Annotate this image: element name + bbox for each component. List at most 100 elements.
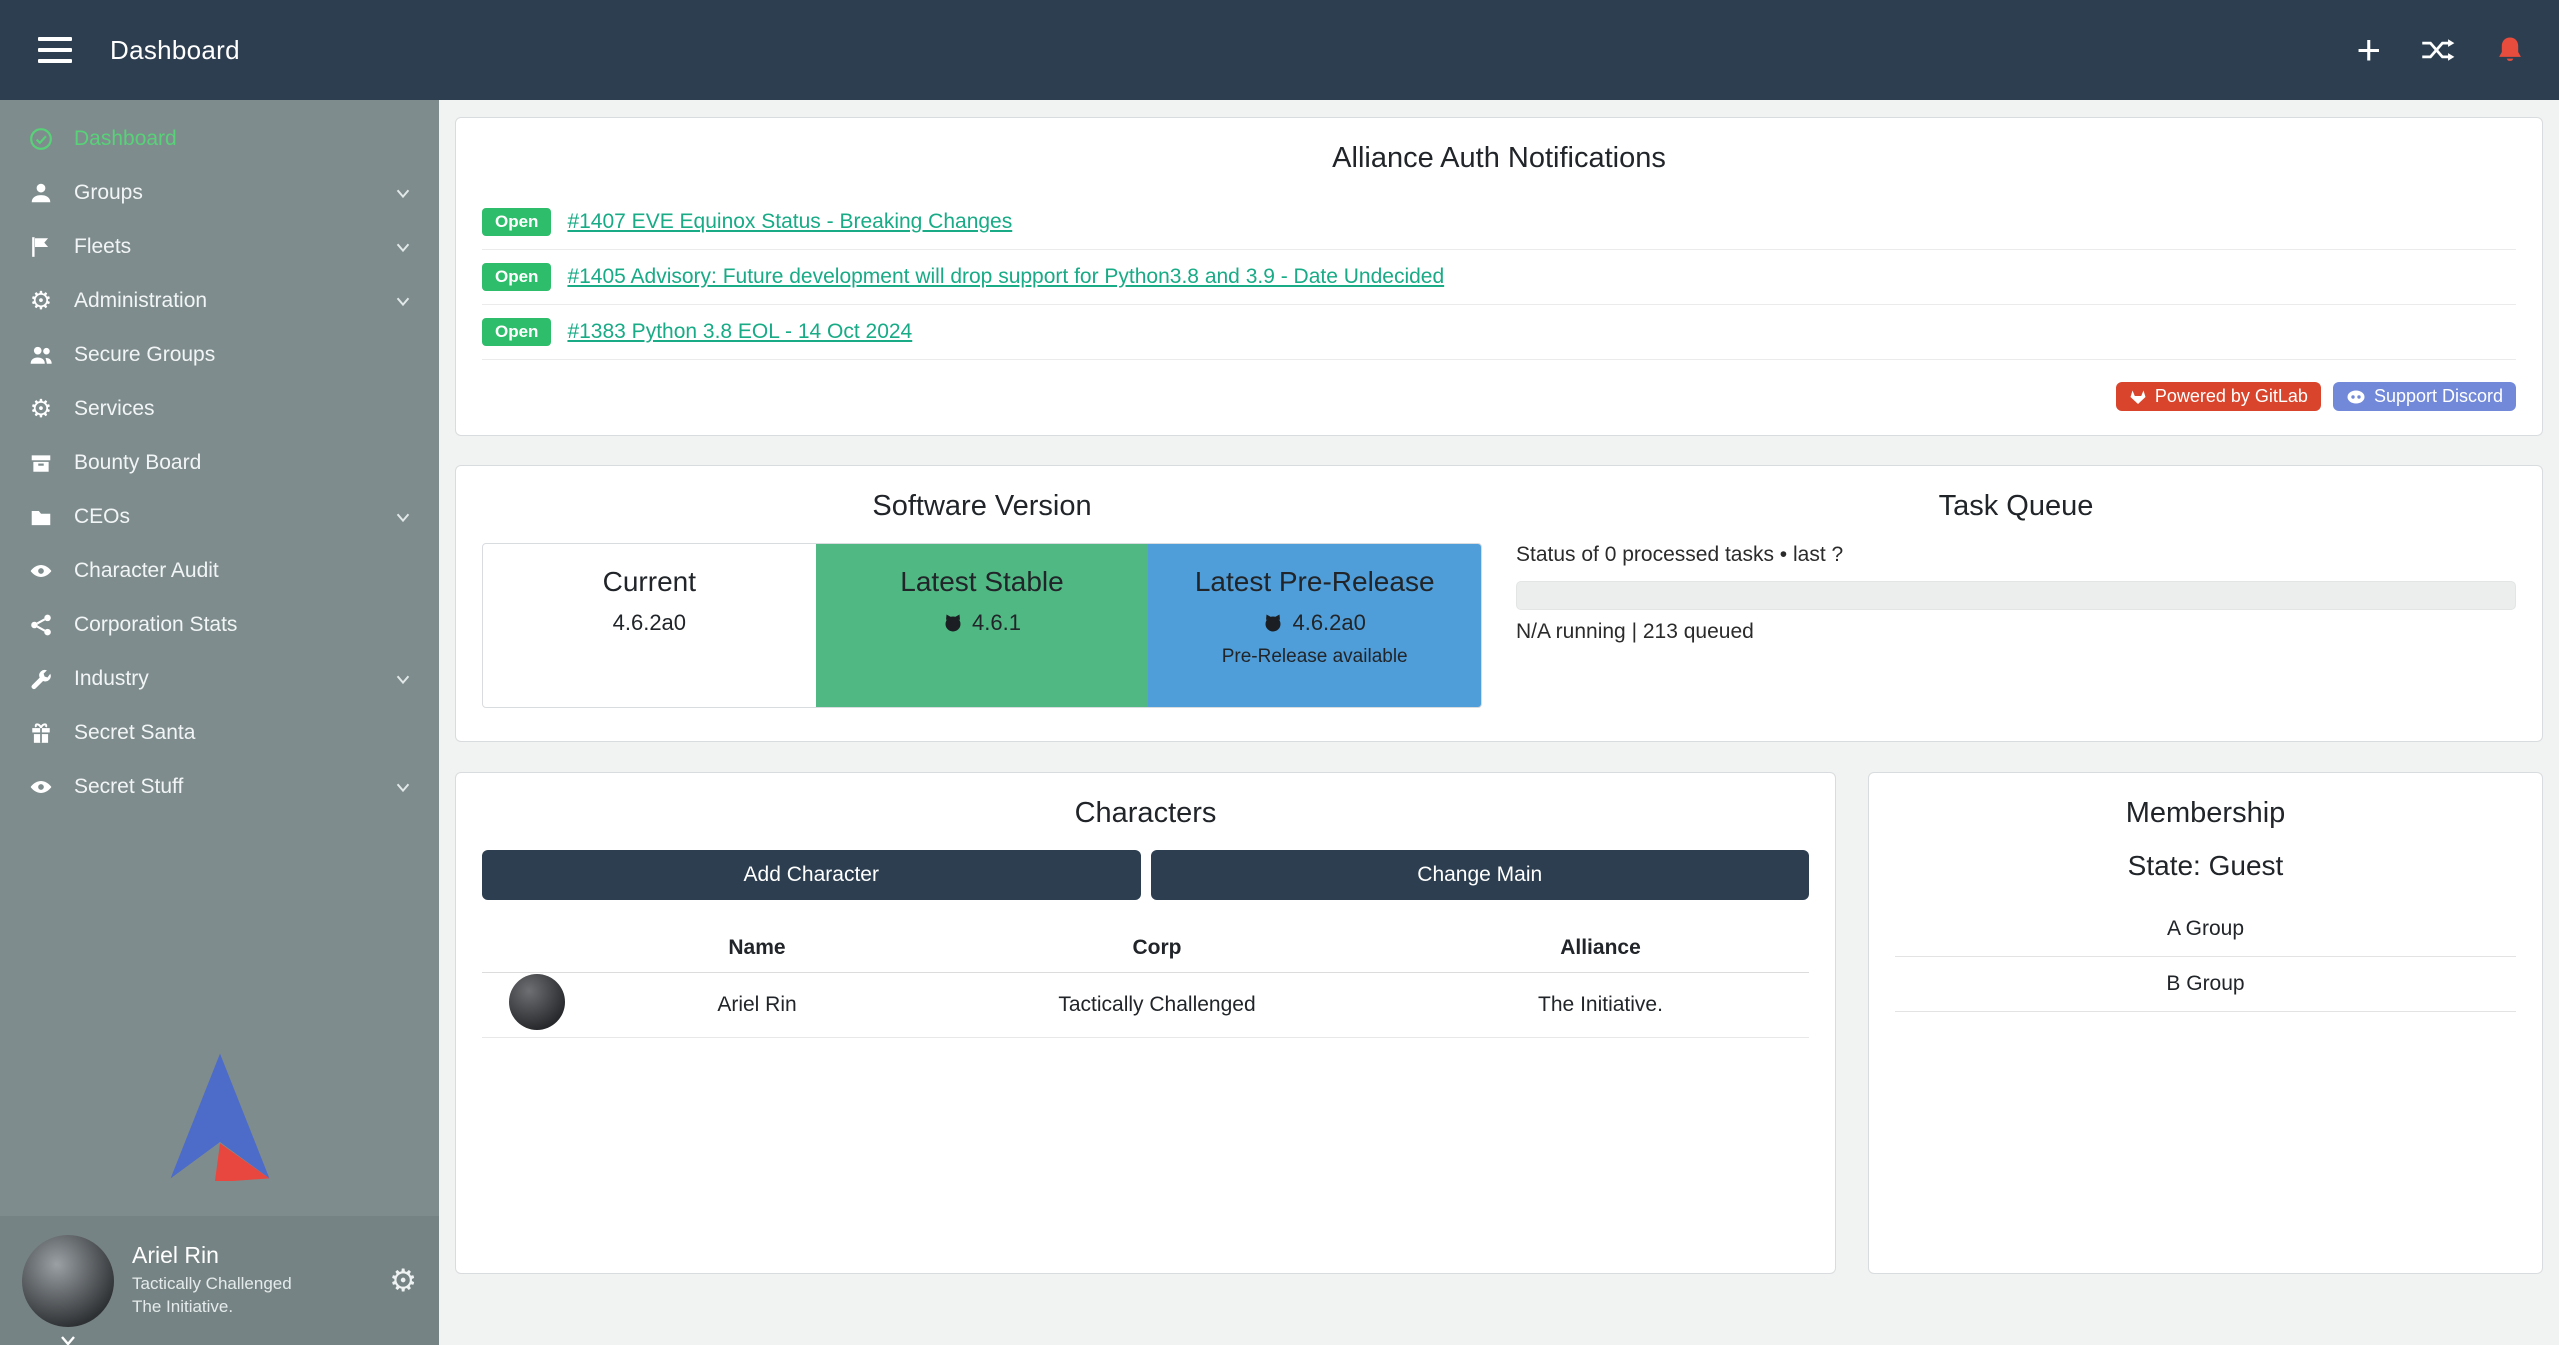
- sidebar-item-industry[interactable]: Industry: [0, 652, 439, 706]
- flag-icon: [26, 235, 56, 259]
- top-navbar: Dashboard +: [0, 0, 2559, 100]
- group-row: A Group: [1895, 902, 2516, 957]
- character-row[interactable]: Ariel Rin Tactically Challenged The Init…: [482, 973, 1809, 1038]
- sidebar-item-bounty-board[interactable]: Bounty Board: [0, 436, 439, 490]
- task-queue-status: Status of 0 processed tasks • last ?: [1516, 543, 2516, 567]
- sidebar-item-label: Groups: [74, 181, 143, 205]
- box-icon: [26, 451, 56, 475]
- characters-table: Name Corp Alliance Ariel Rin Tactically …: [482, 926, 1809, 1038]
- powered-by-gitlab-badge[interactable]: Powered by GitLab: [2116, 382, 2321, 411]
- sidebar-item-label: Secret Santa: [74, 721, 195, 745]
- check-circle-icon: [26, 127, 56, 151]
- sidebar-item-label: Services: [74, 397, 155, 421]
- prerelease-note: Pre-Release available: [1148, 646, 1481, 668]
- notifications-bell-icon[interactable]: [2495, 35, 2525, 65]
- table-header-portrait: [482, 926, 592, 973]
- add-icon[interactable]: +: [2356, 33, 2381, 67]
- change-main-button[interactable]: Change Main: [1151, 850, 1810, 900]
- user-corp: Tactically Challenged: [132, 1273, 292, 1296]
- version-table: Current 4.6.2a0 Latest Stable 4.6.1 Late…: [482, 543, 1482, 708]
- software-version-title: Software Version: [482, 490, 1482, 523]
- add-character-button[interactable]: Add Character: [482, 850, 1141, 900]
- characters-title: Characters: [482, 797, 1809, 830]
- user-alliance: The Initiative.: [132, 1296, 292, 1319]
- sidebar-item-administration[interactable]: ⚙ Administration: [0, 274, 439, 328]
- chevron-down-icon: [393, 183, 413, 203]
- chevron-down-icon: [393, 237, 413, 257]
- notification-link[interactable]: #1383 Python 3.8 EOL - 14 Oct 2024: [567, 320, 912, 344]
- sidebar-item-label: Secret Stuff: [74, 775, 183, 799]
- sidebar-item-label: Secure Groups: [74, 343, 215, 367]
- sidebar-item-fleets[interactable]: Fleets: [0, 220, 439, 274]
- sidebar-item-label: Fleets: [74, 235, 131, 259]
- sidebar-item-secret-santa[interactable]: Secret Santa: [0, 706, 439, 760]
- character-corp: Tactically Challenged: [922, 973, 1392, 1038]
- notifications-footer: Powered by GitLab Support Discord: [482, 382, 2516, 411]
- shuffle-icon[interactable]: [2421, 36, 2455, 64]
- notification-row: Open #1405 Advisory: Future development …: [482, 250, 2516, 305]
- sidebar-item-ceos[interactable]: CEOs: [0, 490, 439, 544]
- chevron-down-icon: [393, 507, 413, 527]
- version-value: 4.6.1: [972, 610, 1021, 636]
- gitlab-icon: [2129, 388, 2147, 406]
- sidebar-item-character-audit[interactable]: Character Audit: [0, 544, 439, 598]
- notification-link[interactable]: #1405 Advisory: Future development will …: [567, 265, 1444, 289]
- character-name: Ariel Rin: [592, 973, 922, 1038]
- main-content: Alliance Auth Notifications Open #1407 E…: [439, 100, 2559, 1345]
- sidebar-item-secure-groups[interactable]: Secure Groups: [0, 328, 439, 382]
- sidebar-item-label: Bounty Board: [74, 451, 201, 475]
- version-current: Current 4.6.2a0: [483, 544, 816, 707]
- membership-state: State: Guest: [1895, 850, 2516, 882]
- version-value: 4.6.2a0: [613, 610, 686, 636]
- status-badge: Open: [482, 318, 551, 346]
- user-settings-gear-icon[interactable]: ⚙: [389, 1263, 417, 1299]
- sidebar-nav: Dashboard Groups Fleets ⚙ Administration: [0, 100, 439, 814]
- sidebar-item-corporation-stats[interactable]: Corporation Stats: [0, 598, 439, 652]
- user-icon: [26, 181, 56, 205]
- characters-card: Characters Add Character Change Main Nam…: [455, 772, 1836, 1274]
- version-label: Current: [483, 566, 816, 598]
- sidebar-item-services[interactable]: ⚙ Services: [0, 382, 439, 436]
- chevron-down-icon: [393, 669, 413, 689]
- notification-row: Open #1407 EVE Equinox Status - Breaking…: [482, 195, 2516, 250]
- sidebar-item-dashboard[interactable]: Dashboard: [0, 112, 439, 166]
- eye-icon: [26, 775, 56, 799]
- table-header-name: Name: [592, 926, 922, 973]
- status-badge: Open: [482, 263, 551, 291]
- page-title: Dashboard: [110, 35, 240, 66]
- menu-icon[interactable]: [38, 37, 72, 63]
- version-latest-stable: Latest Stable 4.6.1: [816, 544, 1149, 707]
- version-label: Latest Stable: [816, 566, 1149, 598]
- user-panel: Ariel Rin Tactically Challenged The Init…: [0, 1216, 439, 1345]
- chevron-down-icon: [393, 777, 413, 797]
- table-header-corp: Corp: [922, 926, 1392, 973]
- task-queue-progressbar: [1516, 581, 2516, 610]
- table-header-alliance: Alliance: [1392, 926, 1809, 973]
- support-discord-badge[interactable]: Support Discord: [2333, 382, 2516, 411]
- version-label: Latest Pre-Release: [1148, 566, 1481, 598]
- user-info: Ariel Rin Tactically Challenged The Init…: [132, 1242, 292, 1319]
- chevron-down-icon: [57, 1331, 79, 1345]
- notification-row: Open #1383 Python 3.8 EOL - 14 Oct 2024: [482, 305, 2516, 360]
- discord-icon: [2346, 388, 2366, 406]
- status-badge: Open: [482, 208, 551, 236]
- user-name: Ariel Rin: [132, 1242, 292, 1269]
- sidebar-item-secret-stuff[interactable]: Secret Stuff: [0, 760, 439, 814]
- folder-icon: [26, 505, 56, 529]
- sidebar-item-label: Industry: [74, 667, 149, 691]
- notification-link[interactable]: #1407 EVE Equinox Status - Breaking Chan…: [567, 210, 1012, 234]
- sidebar: Dashboard Groups Fleets ⚙ Administration: [0, 100, 439, 1345]
- eye-icon: [26, 559, 56, 583]
- user-avatar[interactable]: [22, 1235, 114, 1327]
- character-alliance: The Initiative.: [1392, 973, 1809, 1038]
- chevron-down-icon: [393, 291, 413, 311]
- github-icon: [1263, 613, 1283, 633]
- characters-actions: Add Character Change Main: [482, 850, 1809, 900]
- notifications-title: Alliance Auth Notifications: [482, 142, 2516, 175]
- version-value: 4.6.2a0: [1292, 610, 1365, 636]
- sidebar-item-label: CEOs: [74, 505, 130, 529]
- sidebar-item-groups[interactable]: Groups: [0, 166, 439, 220]
- software-version-panel: Software Version Current 4.6.2a0 Latest …: [482, 486, 1482, 721]
- membership-title: Membership: [1895, 797, 2516, 830]
- gift-icon: [26, 721, 56, 745]
